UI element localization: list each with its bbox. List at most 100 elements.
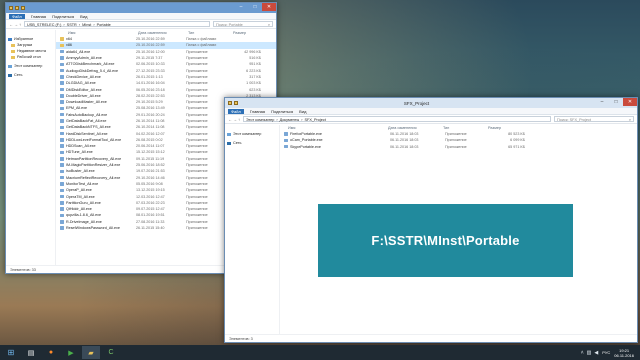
file-name: HDTune_All.exe [66, 150, 93, 155]
chevron-up-icon[interactable]: ˄ [581, 350, 584, 356]
window-title: SFX_Project [403, 100, 430, 106]
up-icon[interactable]: ↑ [19, 22, 21, 27]
nav-item[interactable]: Этот компьютер [6, 63, 55, 69]
address-bar[interactable]: USB_STRELEC (F:) › SSTR › MInst › Portable [24, 21, 210, 27]
start-button-windows-icon[interactable]: ⊞ [2, 346, 20, 359]
forward-icon[interactable]: → [14, 22, 18, 27]
file-date: 25.06.2016 18:52 [136, 163, 165, 168]
title-bar[interactable]: SFX_Project – □ ✕ [225, 98, 637, 108]
minimize-button[interactable]: – [234, 3, 248, 11]
breadcrumb-part[interactable]: SFX_Project [305, 117, 326, 122]
file-date: 26.01.2015 1:13 [136, 74, 163, 79]
forward-icon[interactable]: → [233, 117, 237, 122]
taskbar-folder-icon[interactable]: ▰ [82, 346, 100, 359]
tab-view[interactable]: Вид [80, 14, 87, 19]
nav-item-label: Сеть [14, 73, 23, 77]
exe-file-icon [60, 144, 64, 148]
file-date: 29.11.2015 7:37 [136, 56, 163, 61]
file-date: 12.03.2016 12:47 [136, 194, 165, 199]
path-banner: F:\SSTR\MInst\Portable [318, 204, 573, 277]
tab-view[interactable]: Вид [299, 109, 306, 114]
folder-icon[interactable] [228, 101, 232, 105]
maximize-button[interactable]: □ [609, 98, 623, 106]
language-indicator[interactable]: РУС [602, 350, 610, 355]
taskbar-camtasia-icon[interactable]: ▶ [62, 346, 80, 359]
file-name: GetDataBackFat_All.exe [66, 119, 107, 123]
tab-share[interactable]: Поделиться [271, 109, 293, 114]
back-icon[interactable]: ← [9, 22, 13, 27]
title-bar[interactable]: – □ ✕ [6, 3, 276, 13]
exe-file-icon [60, 194, 64, 199]
tab-file[interactable]: Файл [9, 13, 25, 19]
exe-file-icon [60, 138, 64, 142]
file-size: 6 223 КБ [246, 68, 261, 73]
nav-item[interactable]: Сеть [6, 72, 55, 78]
tab-file[interactable]: Файл [228, 108, 244, 114]
column-size[interactable]: Размер [488, 126, 523, 130]
breadcrumb-part[interactable]: Документы [280, 117, 300, 122]
column-date[interactable]: Дата изменения [138, 31, 188, 35]
column-name[interactable]: Имя [288, 126, 388, 130]
tab-share[interactable]: Поделиться [52, 14, 74, 19]
quick-access-toolbar[interactable] [225, 101, 238, 105]
taskbar-app-icon[interactable]: C [102, 346, 120, 359]
file-name: MacriumReflectRecovery_All.exe [66, 175, 121, 180]
file-date: 19.07.2016 21:53 [136, 169, 165, 174]
nav-item[interactable]: Сеть [225, 140, 279, 146]
back-icon[interactable]: ← [228, 117, 232, 122]
search-input[interactable]: Поиск: SFX_Project ⌕ [554, 116, 634, 122]
search-input[interactable]: Поиск: Portable ⌕ [213, 21, 273, 27]
file-date: 15.12.2015 15:12 [136, 150, 165, 155]
volume-icon[interactable]: ◀ [594, 350, 598, 356]
pc-icon [8, 64, 12, 68]
file-size: 42 996 КБ [244, 49, 261, 54]
file-size: 951 КБ [249, 62, 261, 67]
breadcrumb-part[interactable]: Portable [97, 22, 111, 27]
exe-file-icon [60, 56, 64, 60]
exe-file-icon [60, 150, 64, 155]
up-icon[interactable]: ↑ [238, 117, 240, 122]
nav-item[interactable]: Этот компьютер [225, 131, 279, 137]
breadcrumb-part[interactable]: USB_STRELEC (F:) [27, 22, 61, 27]
column-name[interactable]: Имя [68, 31, 138, 35]
tab-home[interactable]: Главная [250, 109, 265, 114]
file-name: x64 [66, 37, 72, 42]
taskbar-firefox-icon[interactable]: ● [42, 346, 60, 359]
close-button[interactable]: ✕ [262, 3, 276, 11]
column-date[interactable]: Дата изменения [388, 126, 443, 130]
quick-access-toolbar[interactable] [6, 6, 25, 10]
minimize-button[interactable]: – [595, 98, 609, 106]
nav-item[interactable]: Рабочий стол [6, 54, 55, 60]
folder-icon[interactable] [9, 6, 13, 10]
exe-file-icon [60, 75, 64, 79]
file-row[interactable]: SkypePortable.exe 06.11.2016 18:03 Приложе… [280, 144, 637, 150]
exe-file-icon [60, 188, 64, 193]
address-bar[interactable]: Этот компьютер › Документы › SFX_Project [243, 116, 551, 122]
breadcrumb-part[interactable]: SSTR [67, 22, 77, 27]
file-name: HDDScan_All.exe [66, 144, 96, 149]
file-name: oCam_Portable.exe [290, 138, 323, 143]
file-size: 6 099 КБ [510, 138, 525, 143]
close-button[interactable]: ✕ [623, 98, 637, 106]
file-date: 06.11.2016 18:03 [390, 138, 419, 143]
exe-file-icon [60, 131, 64, 136]
breadcrumb-part[interactable]: MInst [82, 22, 91, 27]
clock[interactable]: 19:21 06.11.2016 [614, 348, 634, 358]
column-type[interactable]: Тип [188, 31, 233, 35]
folder-icon [60, 43, 64, 48]
file-name: QtHiddr_All.exe [66, 207, 92, 212]
maximize-button[interactable]: □ [248, 3, 262, 11]
file-date: 27.08.2016 11:33 [136, 219, 165, 224]
network-icon[interactable]: ▥ [587, 350, 592, 356]
properties-icon[interactable] [15, 6, 19, 10]
file-date: 27.12.2015 23:33 [136, 68, 165, 73]
column-size[interactable]: Размер [233, 31, 263, 35]
file-name: CheckDevice_All.exe [66, 74, 101, 79]
column-type[interactable]: Тип [443, 126, 488, 130]
new-folder-icon[interactable] [21, 6, 25, 10]
tab-home[interactable]: Главная [31, 14, 46, 19]
exe-file-icon [60, 68, 64, 73]
taskbar-explorer-icon[interactable]: ▤ [22, 346, 40, 359]
file-name: HardDiskSentinel_All.exe [66, 131, 108, 136]
breadcrumb-part[interactable]: Этот компьютер [246, 117, 274, 122]
